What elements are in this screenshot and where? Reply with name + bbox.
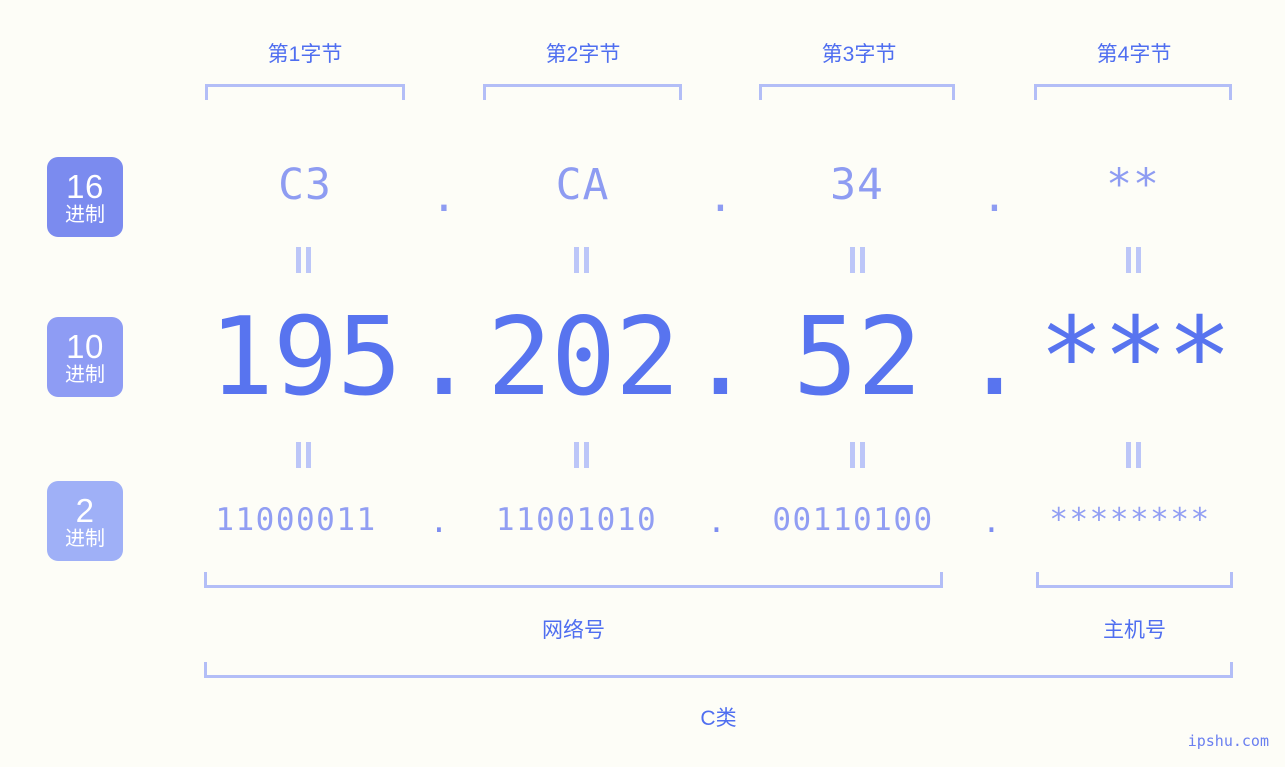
byte-bracket-1 [205, 84, 405, 100]
binary-separator-2: . [707, 504, 726, 540]
equals-marker-1-hex-dec [293, 247, 315, 273]
network-portion-label: 网络号 [542, 619, 605, 642]
byte-header-label-2: 第2字节 [545, 43, 621, 66]
decimal-separator-3: . [961, 295, 1028, 420]
byte-bracket-3 [759, 84, 955, 100]
binary-byte-1: 11000011 [215, 502, 377, 538]
site-watermark: ipshu.com [1187, 732, 1269, 750]
equals-marker-4-dec-bin [1123, 442, 1145, 468]
binary-separator-1: . [429, 504, 449, 540]
binary-separator-3: . [982, 504, 1001, 540]
binary-row: 11000011 . 11001010 . 00110100 . *******… [0, 502, 1285, 546]
hex-separator-1: . [431, 172, 457, 222]
equals-marker-4-hex-dec [1123, 247, 1145, 273]
host-portion-label: 主机号 [1103, 619, 1166, 642]
byte-header-label-1: 第1字节 [267, 43, 343, 66]
equals-marker-1-dec-bin [293, 442, 315, 468]
hex-separator-3: . [981, 172, 1008, 222]
binary-byte-3: 00110100 [772, 502, 934, 538]
byte-header-label-3: 第3字节 [821, 43, 897, 66]
decimal-row: 195 . 202 . 52 . *** [0, 295, 1285, 425]
decimal-separator-1: . [411, 295, 477, 420]
binary-byte-2: 11001010 [495, 502, 658, 538]
ip-address-breakdown-diagram: 第1字节 第2字节 第3字节 第4字节 16 进制 10 进制 2 进制 C3 … [0, 0, 1285, 767]
byte-header-label-4: 第4字节 [1096, 43, 1172, 66]
byte-bracket-2 [483, 84, 682, 100]
hex-byte-1: C3 [278, 160, 332, 210]
equals-marker-3-dec-bin [847, 442, 869, 468]
address-class-label: C类 [700, 707, 737, 730]
hex-row: C3 . CA . 34 . ** [0, 160, 1285, 222]
equals-marker-2-hex-dec [571, 247, 593, 273]
binary-byte-4: ******** [1049, 502, 1211, 538]
hex-byte-4: ** [1106, 160, 1160, 210]
host-portion-bracket [1036, 572, 1233, 588]
hex-byte-2: CA [555, 160, 610, 210]
decimal-byte-3: 52 [792, 295, 922, 420]
byte-bracket-4 [1034, 84, 1232, 100]
decimal-byte-4: *** [1038, 295, 1232, 420]
address-class-bracket [204, 662, 1233, 678]
equals-marker-3-hex-dec [847, 247, 869, 273]
decimal-byte-1: 195 [208, 295, 402, 420]
network-portion-bracket [204, 572, 943, 588]
hex-separator-2: . [707, 172, 734, 222]
equals-marker-2-dec-bin [571, 442, 593, 468]
hex-byte-3: 34 [830, 160, 884, 210]
decimal-byte-2: 202 [486, 295, 680, 420]
decimal-separator-2: . [687, 295, 754, 420]
